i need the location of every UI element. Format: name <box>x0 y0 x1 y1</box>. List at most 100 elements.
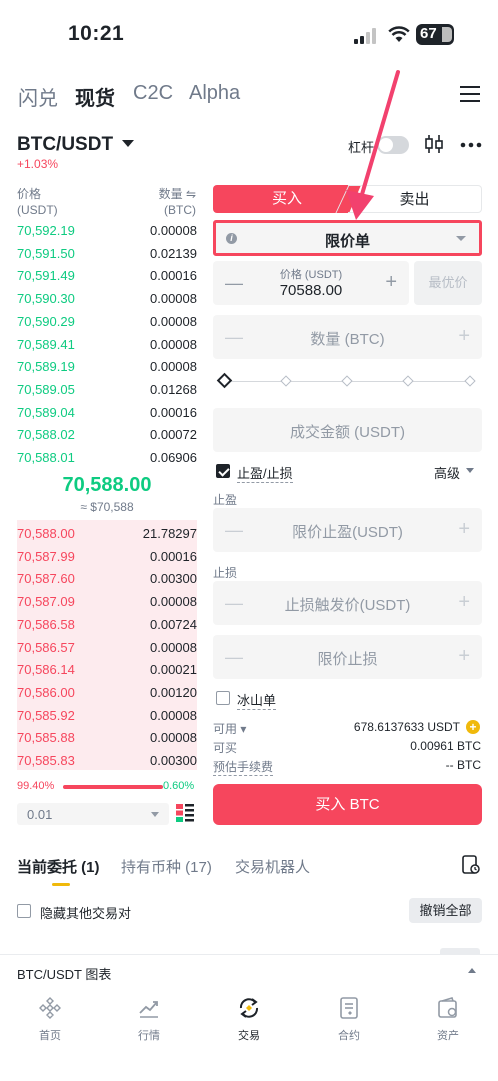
slider-handle[interactable] <box>216 372 233 389</box>
nav-futures[interactable]: 合约 <box>319 996 379 1043</box>
bid-row[interactable]: 70,591.49 0.00016 <box>17 264 197 287</box>
take-profit-input[interactable]: — 限价止盈(USDT) + <box>213 508 482 552</box>
total-input[interactable]: 成交金额 (USDT) <box>213 408 482 452</box>
ask-quantity: 0.00008 <box>150 707 197 723</box>
bid-price: 70,589.41 <box>17 336 75 352</box>
bid-quantity: 0.00072 <box>150 427 197 443</box>
futures-icon <box>340 997 358 1019</box>
iceberg-checkbox[interactable] <box>216 691 230 705</box>
ask-price: 70,585.88 <box>17 730 75 746</box>
ask-price: 70,585.92 <box>17 707 75 723</box>
ask-price: 70,586.58 <box>17 616 75 632</box>
tab-spot[interactable]: 现货 <box>75 82 115 111</box>
ask-row[interactable]: 70,586.57 0.00008 <box>17 636 197 659</box>
ask-quantity: 0.00008 <box>150 594 197 610</box>
take-profit-label: 止盈 <box>213 493 238 507</box>
caret-down-icon[interactable] <box>466 468 474 473</box>
candlestick-chart-icon[interactable] <box>424 134 444 154</box>
stop-limit-input[interactable]: — 限价止损 + <box>213 635 482 679</box>
tab-convert[interactable]: 闪兑 <box>18 82 58 111</box>
wallet-icon <box>438 997 457 1018</box>
cancel-all-button[interactable]: 撤销全部 <box>409 898 482 923</box>
nav-assets[interactable]: 资产 <box>418 996 478 1043</box>
bid-row[interactable]: 70,589.41 0.00008 <box>17 333 197 356</box>
bid-row[interactable]: 70,589.19 0.00008 <box>17 355 197 378</box>
bid-price: 70,590.30 <box>17 291 75 307</box>
ask-price: 70,586.00 <box>17 684 75 700</box>
bid-price: 70,592.19 <box>17 223 75 238</box>
tab-open-orders[interactable]: 当前委托 (1) <box>17 856 100 877</box>
last-price[interactable]: 70,588.00 <box>17 474 197 497</box>
bid-row[interactable]: 70,590.29 0.00008 <box>17 310 197 333</box>
ask-row[interactable]: 70,586.14 0.00021 <box>17 658 197 681</box>
pair-selector[interactable]: BTC/USDT <box>17 134 113 156</box>
bid-quantity: 0.00008 <box>150 359 197 375</box>
caret-down-icon <box>456 236 466 241</box>
caret-down-icon[interactable] <box>122 140 134 147</box>
best-price-button[interactable]: 最优价 <box>414 261 482 305</box>
ask-row[interactable]: 70,587.09 0.00008 <box>17 590 197 613</box>
iceberg-label: 冰山单 <box>237 690 277 710</box>
bid-row[interactable]: 70,591.50 0.02139 <box>17 242 197 265</box>
ask-row[interactable]: 70,587.99 0.00016 <box>17 545 197 568</box>
orderbook-layout-icon[interactable] <box>176 804 194 822</box>
nav-markets[interactable]: 行情 <box>119 996 179 1043</box>
stop-trigger-input[interactable]: — 止损触发价(USDT) + <box>213 581 482 625</box>
increase-price-button[interactable]: + <box>385 271 397 294</box>
bid-row[interactable]: 70,589.05 0.01268 <box>17 378 197 401</box>
slider-mark-50[interactable] <box>341 375 353 387</box>
quantity-input[interactable]: — 数量 (BTC) + <box>213 315 482 359</box>
buy-btc-button[interactable]: 买入 BTC <box>213 784 482 825</box>
ask-price: 70,588.00 <box>17 526 75 541</box>
add-funds-icon[interactable]: + <box>466 720 480 734</box>
tpsl-checkbox[interactable] <box>216 464 230 478</box>
ask-row[interactable]: 70,585.92 0.00008 <box>17 704 197 727</box>
trade-icon <box>239 998 259 1018</box>
bid-row[interactable]: 70,590.30 0.00008 <box>17 287 197 310</box>
ask-row[interactable]: 70,587.60 0.00300 <box>17 567 197 590</box>
ask-price: 70,587.09 <box>17 594 75 610</box>
home-icon <box>39 997 61 1019</box>
bid-quantity: 0.00008 <box>150 313 197 329</box>
tpsl-label: 止盈/止损 <box>237 463 293 483</box>
tab-holdings[interactable]: 持有币种 (17) <box>121 856 212 877</box>
ask-row[interactable]: 70,586.00 0.00120 <box>17 681 197 704</box>
sell-ratio: 99.40% <box>17 780 55 792</box>
chart-bar[interactable]: BTC/USDT 图表 <box>0 954 498 990</box>
bid-row[interactable]: 70,589.04 0.00016 <box>17 401 197 424</box>
price-input[interactable]: — 价格 (USDT) 70588.00 + <box>213 261 409 305</box>
ask-quantity: 0.00120 <box>150 684 197 700</box>
nav-home[interactable]: 首页 <box>20 996 80 1043</box>
buy-ratio: 0.60% <box>163 780 195 792</box>
menu-icon[interactable] <box>460 86 480 102</box>
ask-row[interactable]: 70,585.83 0.00300 <box>17 749 197 772</box>
bid-row[interactable]: 70,588.01 0.06906 <box>17 446 197 469</box>
bid-price: 70,590.29 <box>17 313 75 329</box>
bid-quantity: 0.00016 <box>150 404 197 420</box>
slider-mark-100[interactable] <box>464 375 476 387</box>
ask-quantity: 0.00016 <box>150 548 197 564</box>
bid-row[interactable]: 70,588.02 0.00072 <box>17 423 197 446</box>
ask-price: 70,587.60 <box>17 571 75 587</box>
slider-mark-75[interactable] <box>402 375 414 387</box>
tab-trading-bots[interactable]: 交易机器人 <box>235 856 310 877</box>
more-icon[interactable] <box>460 142 482 148</box>
tab-c2c[interactable]: C2C <box>133 82 173 105</box>
bid-price: 70,591.49 <box>17 268 75 284</box>
chevron-up-icon[interactable] <box>468 968 476 973</box>
tab-alpha[interactable]: Alpha <box>189 82 240 105</box>
advanced-select[interactable]: 高级 <box>434 463 460 482</box>
ob-qty-header[interactable]: 数量 ⇋ (BTC) <box>140 186 196 218</box>
precision-select[interactable]: 0.01 <box>17 803 169 825</box>
available-label[interactable]: 可用 ▾ <box>213 720 246 737</box>
ask-row[interactable]: 70,588.00 21.78297 <box>17 522 197 545</box>
order-history-icon[interactable] <box>462 855 480 875</box>
annotation-arrow <box>346 70 400 220</box>
bid-row[interactable]: 70,592.19 0.00008 <box>17 219 197 242</box>
ask-row[interactable]: 70,586.58 0.00724 <box>17 613 197 636</box>
hide-other-pairs-checkbox[interactable] <box>17 904 31 918</box>
nav-trade[interactable]: 交易 <box>219 996 279 1043</box>
ask-row[interactable]: 70,585.88 0.00008 <box>17 726 197 749</box>
ask-quantity: 0.00300 <box>150 571 197 587</box>
slider-mark-25[interactable] <box>280 375 292 387</box>
